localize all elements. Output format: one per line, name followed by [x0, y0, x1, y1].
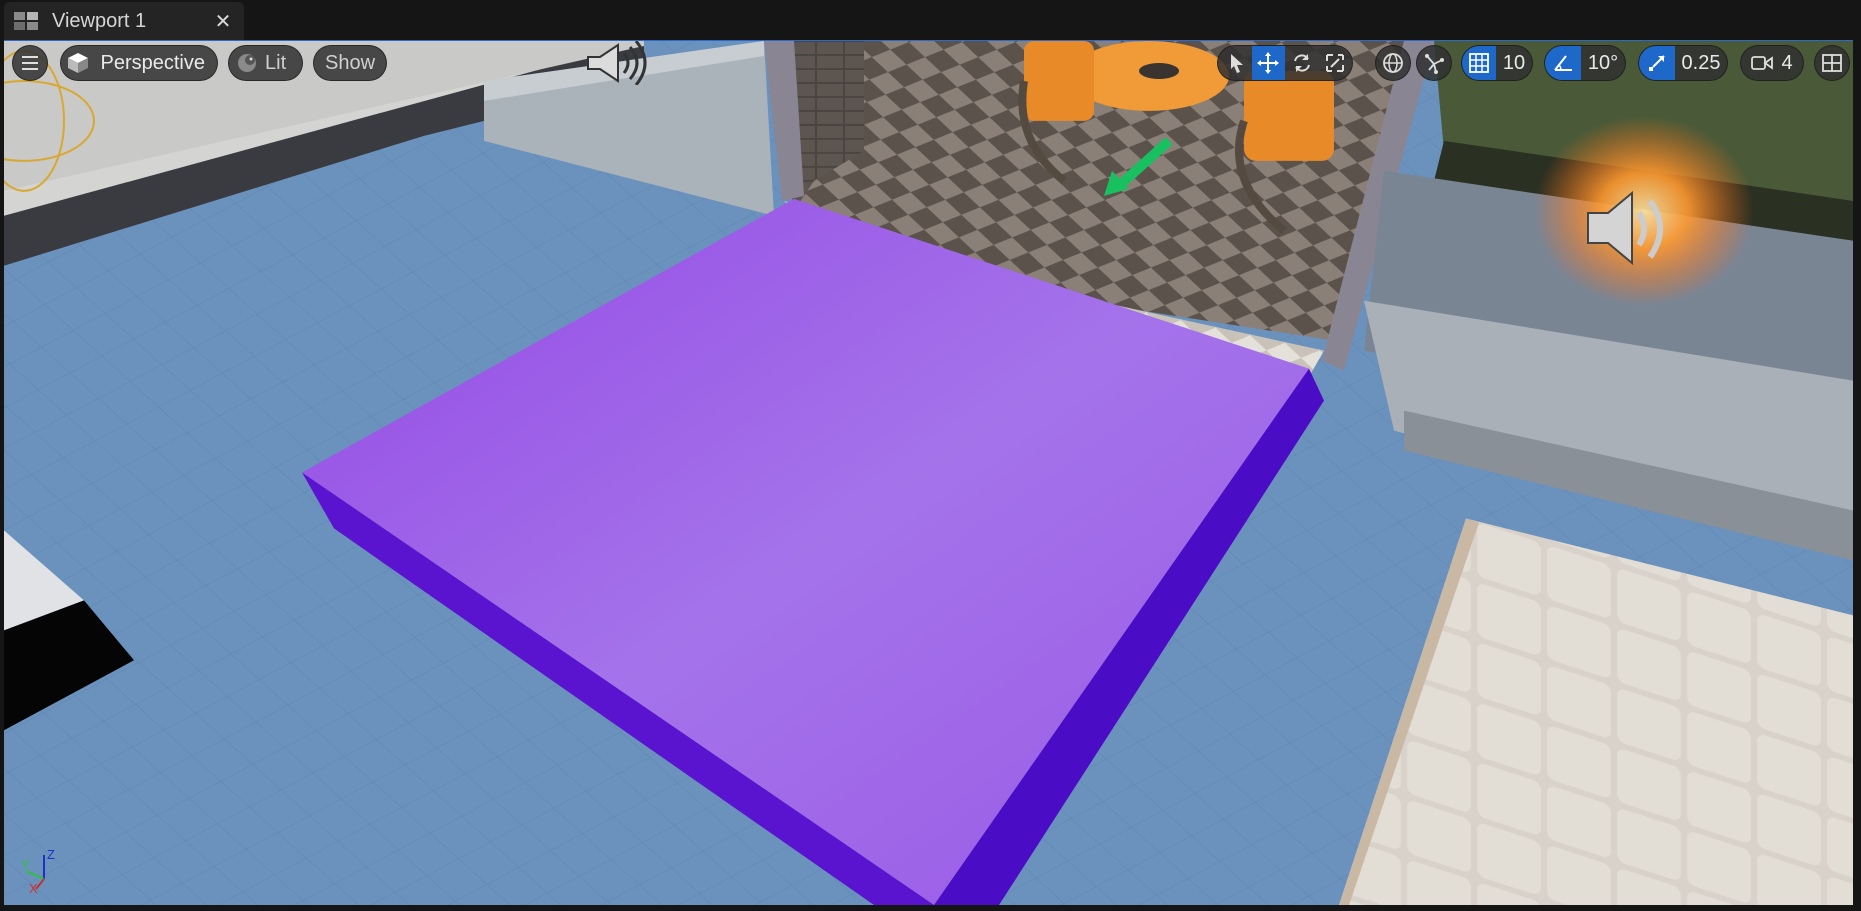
x-axis-label: X — [29, 881, 38, 893]
camera-speed-value: 4 — [1781, 51, 1793, 74]
rotation-snap-value-label: 10° — [1587, 51, 1619, 74]
rotation-snap-value[interactable]: 10° — [1581, 46, 1625, 80]
grid-snap-value[interactable]: 10 — [1496, 46, 1532, 80]
rotation-snap-toggle[interactable] — [1545, 46, 1581, 80]
scale-arrow-icon — [1649, 55, 1665, 71]
surface-snapping-icon — [1425, 54, 1444, 74]
scene-render[interactable] — [4, 41, 1853, 905]
grid-snap-value-label: 10 — [1502, 51, 1526, 74]
transform-tools-group — [1217, 45, 1353, 81]
tab-viewport-1[interactable]: Viewport 1 ✕ — [4, 2, 244, 40]
select-tool-button[interactable] — [1218, 46, 1252, 80]
viewport-layout-icon — [14, 12, 38, 30]
audio-source-icon-2[interactable] — [1584, 191, 1674, 266]
show-label: Show — [324, 51, 376, 74]
viewport-layout-icon — [1822, 54, 1842, 72]
grid-snap-group: 10 — [1461, 45, 1533, 81]
lit-sphere-icon — [229, 52, 265, 74]
level-viewport[interactable]: Perspective Lit Show 10 10° 0.25 4 Z Y X — [4, 40, 1853, 905]
camera-speed-button[interactable]: 4 — [1740, 45, 1804, 81]
coordinate-space-button[interactable] — [1375, 45, 1411, 81]
view-mode-button[interactable]: Perspective — [60, 45, 218, 81]
y-axis-label: Y — [21, 857, 30, 872]
scale-snap-toggle[interactable] — [1639, 46, 1675, 80]
z-axis-label: Z — [47, 847, 55, 862]
perspective-cube-icon — [61, 52, 95, 74]
scale-icon — [1326, 54, 1345, 72]
grid-icon — [1469, 53, 1489, 73]
scale-tool-button[interactable] — [1319, 46, 1352, 80]
scale-snap-value[interactable]: 0.25 — [1675, 46, 1727, 80]
translate-move-icon — [1257, 52, 1280, 74]
tab-title: Viewport 1 — [52, 9, 147, 32]
scale-snap-group: 0.25 — [1638, 45, 1728, 81]
rotation-snap-group: 10° — [1544, 45, 1626, 81]
lighting-mode-label: Lit — [265, 51, 287, 74]
surface-snapping-button[interactable] — [1416, 45, 1452, 81]
scale-snap-value-label: 0.25 — [1681, 51, 1721, 74]
translate-tool-button[interactable] — [1251, 46, 1286, 80]
grid-snap-toggle[interactable] — [1462, 46, 1496, 80]
tab-bar: Viewport 1 ✕ — [0, 0, 1861, 40]
close-icon[interactable]: ✕ — [208, 9, 238, 34]
y-axis-line — [25, 870, 45, 880]
viewport-options-menu-button[interactable] — [12, 45, 48, 81]
axis-indicator: Z Y X — [21, 847, 55, 893]
show-flags-button[interactable]: Show — [313, 45, 387, 81]
camera-icon — [1751, 56, 1774, 70]
view-mode-label: Perspective — [100, 51, 206, 74]
hamburger-menu-icon — [22, 56, 38, 70]
rotate-icon — [1293, 54, 1310, 72]
viewport-layout-button[interactable] — [1814, 45, 1850, 81]
world-globe-icon — [1383, 53, 1403, 73]
lighting-mode-button[interactable]: Lit — [228, 45, 303, 81]
select-arrow-icon — [1230, 54, 1243, 73]
angle-icon — [1554, 55, 1572, 71]
audio-source-icon[interactable] — [584, 41, 654, 85]
rotate-tool-button[interactable] — [1285, 46, 1318, 80]
